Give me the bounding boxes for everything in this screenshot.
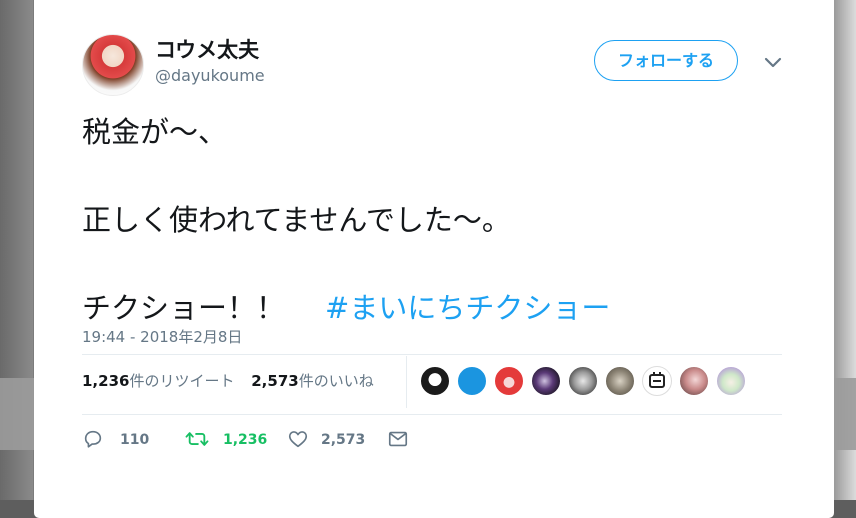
tweet-line-3-text: チクショー！！	[82, 291, 286, 325]
like-button[interactable]: 2,573	[287, 428, 377, 452]
engagement-stats: 1,236件のリツイート 2,573件のいいね	[82, 370, 374, 391]
heart-icon	[288, 431, 308, 448]
chevron-down-icon[interactable]	[763, 52, 783, 72]
tweet-text: 税金が〜、 正しく使われてませんでした〜。 チクショー！！ #まいにちチクショー	[82, 110, 610, 330]
like-stat-label: 件のいいね	[298, 372, 374, 390]
logo-icon	[649, 372, 665, 388]
liker-avatar[interactable]	[457, 366, 487, 396]
retweet-stat-label: 件のリツイート	[129, 372, 235, 390]
user-display-name[interactable]: コウメ太夫	[155, 34, 259, 64]
retweet-stat-count: 1,236	[82, 372, 130, 390]
liker-avatar[interactable]	[605, 366, 635, 396]
hashtag-link[interactable]: #まいにちチクショー	[325, 291, 610, 325]
tweet-line-1: 税金が〜、	[82, 115, 228, 149]
reply-count: 110	[120, 432, 150, 448]
tweet-line-3: チクショー！！ #まいにちチクショー	[82, 286, 610, 330]
avatar[interactable]	[82, 34, 144, 96]
retweet-stat[interactable]: 1,236件のリツイート	[82, 372, 234, 390]
retweet-icon	[185, 432, 209, 446]
reply-icon	[84, 430, 102, 448]
like-stat-count: 2,573	[251, 372, 299, 390]
liker-avatar[interactable]	[420, 366, 450, 396]
retweet-count: 1,236	[223, 432, 268, 448]
liker-avatar[interactable]	[716, 366, 746, 396]
stats-divider	[406, 356, 407, 408]
envelope-icon	[388, 431, 408, 447]
reply-button[interactable]: 110	[82, 428, 152, 452]
liker-avatar[interactable]	[642, 366, 672, 396]
tweet-card: コウメ太夫 @dayukoume フォローする 税金が〜、 正しく使われてません…	[34, 0, 834, 518]
follow-button[interactable]: フォローする	[594, 40, 738, 81]
tweet-line-2: 正しく使われてませんでした〜。	[82, 203, 511, 237]
liker-avatar[interactable]	[494, 366, 524, 396]
divider-top	[82, 354, 782, 355]
direct-message-button[interactable]	[387, 428, 413, 452]
like-count: 2,573	[321, 432, 366, 448]
liker-avatar[interactable]	[679, 366, 709, 396]
user-handle[interactable]: @dayukoume	[155, 66, 265, 85]
tweet-timestamp[interactable]: 19:44 - 2018年2月8日	[82, 326, 242, 347]
liker-avatar[interactable]	[531, 366, 561, 396]
retweet-button[interactable]: 1,236	[185, 428, 275, 452]
divider-bottom	[82, 414, 782, 415]
like-stat[interactable]: 2,573件のいいね	[251, 372, 373, 390]
liker-avatar[interactable]	[568, 366, 598, 396]
